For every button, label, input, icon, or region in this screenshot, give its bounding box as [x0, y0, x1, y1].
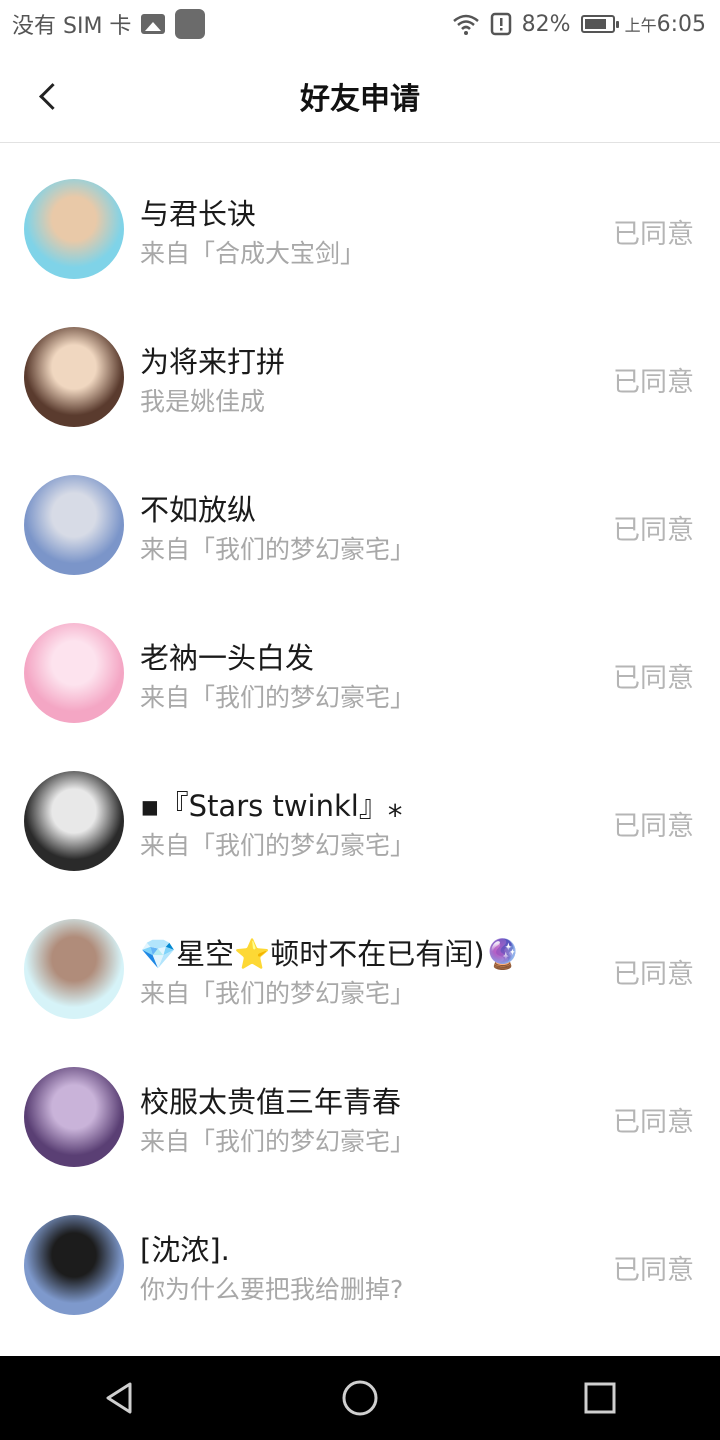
time-prefix: 上午 [624, 15, 657, 35]
request-message: 来自「我们的梦幻豪宅」 [140, 535, 416, 564]
carrier-text: 没有 SIM 卡 [12, 14, 132, 39]
time-value: 6:05 [656, 11, 706, 37]
navigation-bar [0, 1356, 720, 1440]
avatar[interactable] [24, 1067, 124, 1167]
request-message: 来自「合成大宝剑」 [140, 239, 366, 268]
circle-home-icon [342, 1380, 378, 1416]
request-message: 来自「我们的梦幻豪宅」 [140, 683, 416, 712]
request-row[interactable]: 老衲一头白发来自「我们的梦幻豪宅」 已同意 [0, 587, 720, 735]
request-message: 我是姚佳成 [140, 387, 266, 416]
request-name: 老衲一头白发 [140, 641, 315, 675]
clock: 上午6:05 [625, 12, 706, 37]
friend-request-list: 与君长诀 来自「合成大宝剑」 已同意 为将来打拼 我是姚佳成 已同意 不如放纵 来自「我们的梦… [0, 143, 720, 1327]
request-message: 来自「我们的梦幻豪宅」 [140, 1127, 416, 1156]
request-row[interactable]: ▪『Stars twinkl』⁎ 来自「我们的梦幻豪宅」 已同意 [0, 735, 720, 883]
avatar[interactable] [24, 327, 124, 427]
battery-fill [584, 19, 606, 29]
avatar[interactable] [24, 1215, 124, 1315]
request-row[interactable]: 💎星空⭐顿时不在已有闰)🔮 来自「我们的梦幻豪宅」 已同意 [0, 883, 720, 1031]
request-name: 不如放纵 [140, 493, 257, 527]
request-status: 已同意 [613, 1255, 694, 1286]
request-row[interactable]: 为将来打拼我是姚佳成 已同意 [0, 291, 720, 439]
avatar[interactable] [24, 623, 124, 723]
status-right: 82% 上午6:05 [452, 12, 720, 37]
nav-recents-button[interactable] [570, 1368, 630, 1428]
request-status: 已同意 [613, 219, 694, 250]
request-name: ▪『Stars twinkl』⁎ [140, 789, 403, 823]
battery-percent: 82% [521, 11, 571, 37]
triangle-back-icon [106, 1382, 132, 1414]
battery-icon [580, 15, 619, 33]
request-status: 已同意 [613, 515, 694, 546]
status-bar: 没有 SIM 卡 82% 上午6:05 [0, 0, 720, 48]
request-name: 💎星空⭐顿时不在已有闰)🔮 [140, 937, 521, 971]
avatar[interactable] [24, 475, 124, 575]
request-row[interactable]: 不如放纵来自「我们的梦幻豪宅」 已同意 [0, 439, 720, 587]
request-message: 来自「我们的梦幻豪宅」 [140, 831, 416, 860]
request-name: [沈浓]. [140, 1233, 230, 1267]
request-status: 已同意 [613, 663, 694, 694]
square-recents-icon [584, 1382, 616, 1414]
avatar[interactable] [24, 919, 124, 1019]
request-row[interactable]: [沈浓]. 你为什么要把我给删掉? 已同意 [0, 1179, 720, 1327]
request-name: 与君长诀 [140, 197, 257, 231]
nav-home-button[interactable] [330, 1368, 390, 1428]
wifi-icon [452, 14, 479, 35]
app-icon [175, 9, 206, 39]
request-message: 来自「我们的梦幻豪宅」 [140, 979, 416, 1008]
nav-back-button[interactable] [90, 1368, 150, 1428]
page-title: 好友申请 [300, 82, 420, 117]
avatar[interactable] [24, 771, 124, 871]
status-left: 没有 SIM 卡 [0, 8, 206, 40]
alert-icon [490, 12, 511, 36]
request-status: 已同意 [613, 367, 694, 398]
request-name: 校服太贵值三年青春 [140, 1085, 402, 1119]
request-status: 已同意 [613, 811, 694, 842]
request-row[interactable]: 与君长诀来自「合成大宝剑」 已同意 [0, 143, 720, 291]
header: 好友申请 [0, 48, 720, 143]
request-status: 已同意 [613, 1107, 694, 1138]
avatar[interactable] [24, 179, 124, 279]
request-status: 已同意 [613, 959, 694, 990]
request-message: 你为什么要把我给删掉? [140, 1275, 404, 1304]
request-row[interactable]: 校服太贵值三年青春来自「我们的梦幻豪宅」 已同意 [0, 1031, 720, 1179]
image-icon [141, 14, 166, 34]
request-name: 为将来打拼 [140, 345, 286, 379]
